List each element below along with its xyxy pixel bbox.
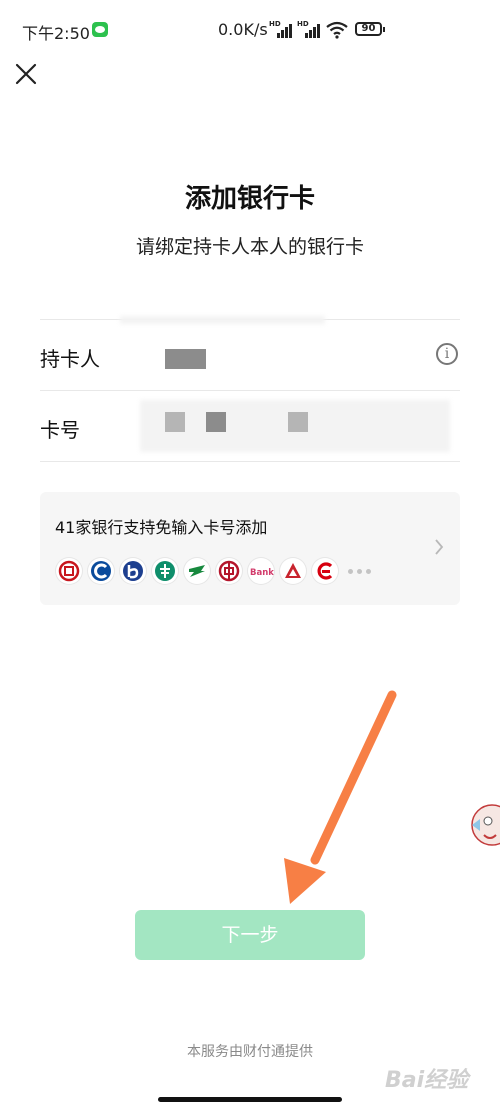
annotation-arrow (284, 690, 397, 904)
citic-logo-icon (312, 558, 338, 584)
card-holder-label: 持卡人 (40, 347, 100, 371)
card-number-row[interactable]: 卡号 (40, 392, 460, 462)
watermark: Bai经验 (385, 1068, 469, 1093)
divider-bottom (40, 461, 460, 462)
info-icon[interactable]: i (436, 343, 458, 365)
signal-icon-2: HD (297, 20, 323, 38)
card-holder-value-masked (165, 349, 206, 369)
hd-label-2: HD (297, 20, 309, 28)
more-banks-icon (348, 558, 371, 584)
quick-add-bank-panel[interactable]: 41家银行支持免输入卡号添加 Bank (40, 492, 460, 605)
psbc-logo-icon (184, 558, 210, 584)
quick-add-title: 41家银行支持免输入卡号添加 (55, 518, 268, 537)
bocom-logo-icon (120, 558, 146, 584)
bank-generic-logo-icon: Bank (248, 558, 274, 584)
card-number-masked-3 (288, 412, 308, 432)
card-holder-row[interactable]: 持卡人 i (40, 321, 460, 391)
signal-icon: HD (269, 20, 295, 38)
page-subtitle: 请绑定持卡人本人的银行卡 (135, 236, 364, 258)
chevron-right-icon (435, 539, 444, 555)
bank-logo-list: Bank (56, 558, 371, 584)
wechat-notification-icon (92, 22, 108, 37)
status-bar: 下午2:50 0.0K/s HD HD 90 (0, 0, 500, 60)
close-icon[interactable] (12, 60, 40, 88)
bank-generic-text: Bank (250, 568, 274, 578)
hd-label: HD (269, 20, 281, 28)
next-step-button[interactable]: 下一步 (135, 910, 365, 960)
divider-middle (40, 390, 460, 391)
icbc-logo-icon (56, 558, 82, 584)
abc-logo-icon (152, 558, 178, 584)
floating-mascot-icon[interactable] (466, 795, 500, 855)
ccb-logo-icon (88, 558, 114, 584)
card-number-masked-2 (206, 412, 226, 432)
battery-icon: 90 (355, 22, 385, 36)
home-indicator[interactable] (158, 1097, 342, 1102)
cmbc-logo-icon (280, 558, 306, 584)
network-speed: 0.0K/s (218, 20, 268, 39)
card-number-label: 卡号 (40, 418, 80, 442)
status-time: 下午2:50 (22, 24, 90, 43)
card-number-masked-1 (165, 412, 185, 432)
service-provider-footer: 本服务由财付通提供 (187, 1044, 313, 1060)
page-title: 添加银行卡 (184, 184, 315, 214)
wifi-icon (326, 21, 348, 39)
boc-logo-icon (216, 558, 242, 584)
